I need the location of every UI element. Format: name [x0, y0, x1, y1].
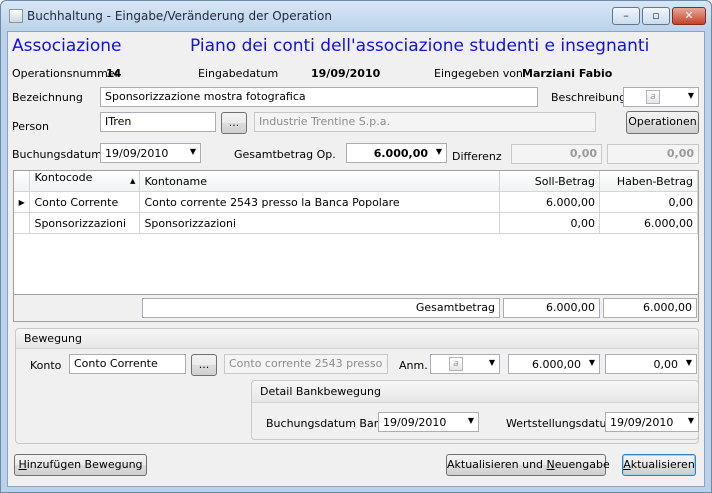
description-input[interactable]: Sponsorizzazione mostra fotografica	[100, 87, 538, 107]
entry-date-label: Eingabedatum	[198, 67, 279, 80]
value-date-picker[interactable]: 19/09/2010 ▼	[605, 412, 699, 432]
difference-field-2: 0,00	[607, 144, 699, 164]
sort-ascending-icon: ▲	[130, 177, 136, 185]
form-body: Associazione Piano dei conti dell'associ…	[7, 31, 705, 487]
column-header-soll[interactable]: Soll-Betrag	[499, 171, 601, 192]
close-icon: ✕	[684, 9, 694, 22]
grid-header-row: Kontocode ▲ Kontoname Soll-Betrag Haben-B…	[14, 171, 698, 192]
close-button[interactable]: ✕	[672, 7, 706, 25]
total-amount-value: 6.000,00	[373, 147, 428, 160]
operations-button[interactable]: Operationen	[626, 111, 699, 134]
column-header-haben[interactable]: Haben-Betrag	[599, 171, 698, 192]
association-heading: Associazione	[12, 36, 122, 56]
beschreibung-label: Beschreibung	[551, 91, 627, 104]
row-kontocode[interactable]: Sponsorizzazioni	[29, 212, 141, 234]
entered-by-label: Eingegeben von	[434, 67, 523, 80]
entered-by-value: Marziani Fabio	[522, 67, 613, 80]
movement-debit-input[interactable]: 6.000,00 ▼	[508, 354, 600, 374]
row-header-corner	[14, 171, 31, 192]
document-icon: a	[449, 357, 463, 371]
application-window: Buchhaltung - Eingabe/Veränderung der Op…	[0, 0, 712, 493]
booking-date-label: Buchungsdatum	[12, 148, 102, 161]
note-select[interactable]: a ▼	[430, 354, 500, 374]
movement-debit-value: 6.000,00	[532, 358, 581, 371]
chevron-down-icon: ▼	[488, 358, 495, 367]
grid-total-soll: 6.000,00	[503, 298, 600, 318]
row-haben[interactable]: 0,00	[599, 191, 698, 213]
row-kontocode[interactable]: Conto Corrente	[29, 191, 141, 213]
grid-total-row: Gesamtbetrag 6.000,00 6.000,00	[13, 294, 699, 322]
beschreibung-select[interactable]: a ▼	[623, 87, 699, 107]
chevron-down-icon: ▼	[588, 358, 595, 367]
current-row-pointer-icon: ▶	[14, 191, 31, 213]
app-icon	[9, 9, 23, 23]
booking-date-picker[interactable]: 19/09/2010 ▼	[100, 143, 201, 163]
bank-detail-title: Detail Bankbewegung	[252, 381, 698, 403]
maximize-icon: ▫	[652, 9, 660, 22]
total-label: Gesamtbetrag Op.	[234, 148, 336, 161]
bank-date-picker[interactable]: 19/09/2010 ▼	[378, 412, 479, 432]
entry-date-value: 19/09/2010	[311, 67, 381, 80]
column-header-kontocode[interactable]: Kontocode ▲	[29, 171, 141, 192]
note-label: Anm.	[399, 359, 428, 372]
person-label: Person	[12, 120, 49, 133]
difference-label: Differenz	[452, 150, 502, 163]
person-name-field: Industrie Trentine S.p.a.	[254, 112, 596, 132]
chart-of-accounts-heading: Piano dei conti dell'associazione studen…	[190, 36, 650, 56]
minimize-icon: –	[623, 9, 629, 22]
description-label: Bezeichnung	[12, 91, 83, 104]
document-icon: a	[646, 90, 660, 104]
chevron-down-icon: ▼	[467, 416, 474, 425]
operation-number-label: Operationsnummer	[12, 67, 120, 80]
table-row[interactable]: Sponsorizzazioni Sponsorizzazioni 0,00 6…	[14, 212, 698, 234]
value-date-label: Wertstellungsdatum	[506, 417, 618, 430]
account-code-input[interactable]: Conto Corrente	[69, 354, 186, 374]
window-title: Buchhaltung - Eingabe/Veränderung der Op…	[27, 9, 332, 23]
person-browse-button[interactable]: ...	[221, 112, 247, 134]
total-amount-input[interactable]: 6.000,00 ▼	[346, 143, 447, 163]
update-and-new-button[interactable]: Aktualisieren und Neuengabe	[446, 454, 610, 476]
movement-credit-input[interactable]: 0,00 ▼	[605, 354, 697, 374]
chevron-down-icon: ▼	[685, 358, 692, 367]
row-kontoname[interactable]: Sponsorizzazioni	[139, 212, 501, 234]
booking-date-value: 19/09/2010	[105, 147, 169, 160]
value-date-value: 19/09/2010	[610, 416, 674, 429]
movement-group-title: Bewegung	[16, 329, 698, 349]
maximize-button[interactable]: ▫	[642, 7, 670, 25]
column-header-kontoname[interactable]: Kontoname	[139, 171, 501, 192]
add-movement-button[interactable]: Hinzufügen Bewegung	[14, 454, 147, 476]
bank-date-value: 19/09/2010	[383, 416, 447, 429]
difference-field-1: 0,00	[511, 144, 602, 164]
movement-group: Bewegung Konto Conto Corrente ... Conto …	[15, 328, 699, 444]
chevron-down-icon: ▼	[189, 147, 196, 156]
movement-credit-value: 0,00	[653, 358, 679, 371]
account-name-field: Conto corrente 2543 presso l...	[224, 354, 388, 374]
minimize-button[interactable]: –	[612, 7, 640, 25]
account-browse-button[interactable]: ...	[191, 354, 217, 376]
chevron-down-icon: ▼	[687, 91, 694, 100]
title-bar[interactable]: Buchhaltung - Eingabe/Veränderung der Op…	[1, 1, 711, 31]
table-row[interactable]: ▶ Conto Corrente Conto corrente 2543 pre…	[14, 191, 698, 213]
row-header	[14, 212, 31, 234]
chevron-down-icon: ▼	[687, 416, 694, 425]
person-code-input[interactable]: ITren	[100, 112, 216, 132]
operation-number-value: 14	[106, 67, 122, 80]
chevron-down-icon: ▼	[435, 147, 442, 156]
row-haben[interactable]: 6.000,00	[599, 212, 698, 234]
row-kontoname[interactable]: Conto corrente 2543 presso la Banca Popo…	[139, 191, 501, 213]
account-label: Konto	[30, 359, 62, 372]
grid-total-haben: 6.000,00	[603, 298, 697, 318]
bank-date-label: Buchungsdatum Bank	[266, 417, 388, 430]
bank-detail-group: Detail Bankbewegung Buchungsdatum Bank 1…	[251, 380, 699, 440]
grid-total-label: Gesamtbetrag	[142, 298, 500, 318]
row-soll[interactable]: 0,00	[499, 212, 601, 234]
update-button[interactable]: Aktualisieren	[622, 454, 696, 476]
row-soll[interactable]: 6.000,00	[499, 191, 601, 213]
